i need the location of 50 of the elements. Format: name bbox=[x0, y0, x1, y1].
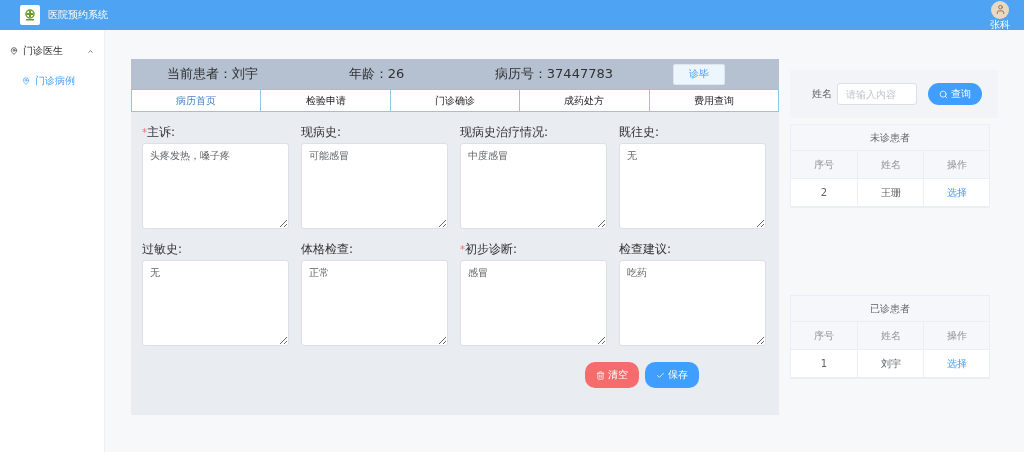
tab[interactable]: 检验申请 bbox=[260, 90, 390, 111]
text-area[interactable]: 无 bbox=[619, 143, 766, 229]
tab[interactable]: 病历首页 bbox=[132, 90, 261, 111]
field-label: 体格检查: bbox=[301, 241, 355, 256]
column-header: 序号 bbox=[813, 328, 835, 343]
column-header: 姓名 bbox=[857, 322, 923, 349]
field-label: 现病史: bbox=[301, 124, 343, 139]
trash-icon bbox=[596, 370, 605, 380]
field-label: 检查建议: bbox=[619, 241, 673, 256]
tab[interactable]: 费用查询 bbox=[648, 90, 779, 111]
field-label: *主诉: bbox=[142, 124, 177, 139]
text-area[interactable]: 正常 bbox=[301, 260, 448, 346]
chevron-icon bbox=[87, 47, 94, 55]
table-cell: 王珊 bbox=[857, 179, 923, 206]
column-header: 姓名 bbox=[857, 151, 923, 178]
location-icon bbox=[10, 47, 18, 55]
field-label: 既往史: bbox=[619, 124, 661, 139]
text-area[interactable]: 头疼发热，嗓子疼 bbox=[142, 143, 289, 229]
app-title: 医院预约系统 bbox=[48, 8, 109, 22]
table-title: 已诊患者 bbox=[791, 296, 989, 322]
text-area[interactable]: 感冒 bbox=[460, 260, 607, 346]
column-header: 操作 bbox=[923, 322, 989, 349]
field-label: *初步诊断: bbox=[460, 241, 519, 256]
table-cell-text: 2 bbox=[819, 186, 829, 200]
column-header: 序号 bbox=[813, 157, 835, 172]
patient-age: 年龄：26 bbox=[348, 65, 405, 83]
tab[interactable]: 成药处方 bbox=[519, 90, 649, 111]
column-header: 操作 bbox=[923, 151, 989, 178]
check-icon bbox=[656, 370, 665, 380]
sidebar-item[interactable]: 门诊医生 bbox=[0, 40, 104, 62]
avatar-icon[interactable] bbox=[991, 0, 1009, 19]
user-name: 张科 bbox=[990, 18, 1010, 30]
location-icon bbox=[22, 77, 30, 85]
required-mark: * bbox=[142, 127, 147, 138]
text-area[interactable]: 无 bbox=[142, 260, 289, 346]
patient-name: 当前患者：刘宇 bbox=[167, 65, 258, 83]
table-cell-text: 1 bbox=[819, 357, 829, 371]
required-mark: * bbox=[460, 244, 465, 255]
tab[interactable]: 门诊确诊 bbox=[389, 90, 520, 111]
table-cell: 刘宇 bbox=[857, 350, 923, 377]
text-area[interactable]: 中度感冒 bbox=[460, 143, 607, 229]
search-label: 姓名 bbox=[812, 87, 832, 101]
logo-icon bbox=[20, 5, 40, 25]
field-label: 现病史治疗情况: bbox=[460, 124, 550, 139]
record-number: 病历号：37447783 bbox=[494, 65, 613, 83]
text-area[interactable]: 吃药 bbox=[619, 260, 766, 346]
field-label: 过敏史: bbox=[142, 241, 184, 256]
text-area[interactable]: 可能感冒 bbox=[301, 143, 448, 229]
search-icon bbox=[939, 89, 948, 99]
table-title: 未诊患者 bbox=[791, 125, 989, 151]
